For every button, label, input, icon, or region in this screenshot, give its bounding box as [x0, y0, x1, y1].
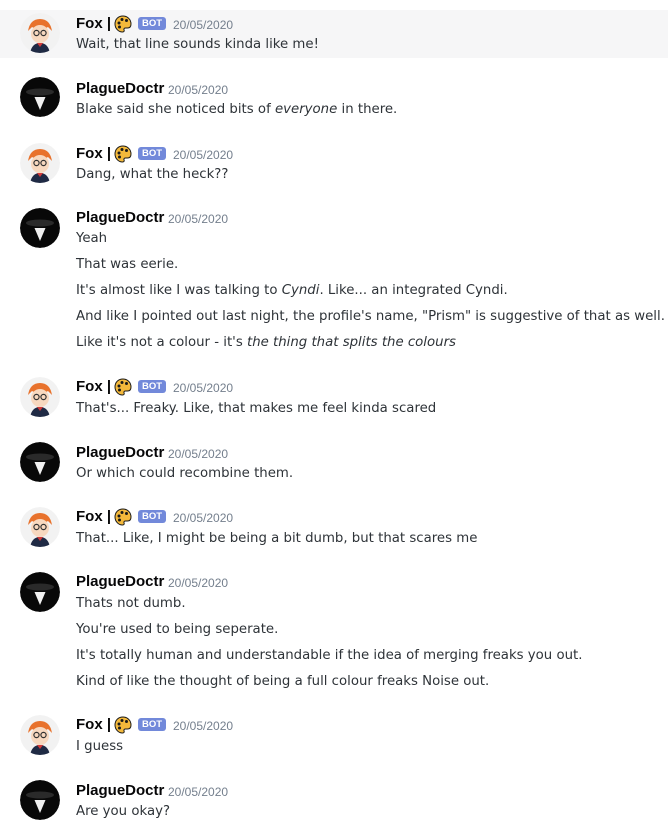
message[interactable]: PlagueDoctr 20/05/2020 Blake said she no… [0, 72, 668, 120]
message-text: Dang, what the heck?? [76, 167, 229, 182]
message-text: Yeah [76, 231, 108, 246]
bot-badge: BOT [138, 718, 167, 731]
author-name[interactable]: PlagueDoctr [76, 782, 164, 800]
author-name[interactable]: PlagueDoctr [76, 444, 164, 462]
plague-doctor-avatar-icon[interactable] [20, 77, 60, 117]
timestamp[interactable]: 20/05/2020 [168, 576, 228, 590]
timestamp[interactable]: 20/05/2020 [173, 148, 233, 162]
message-text: You're used to being seperate. [76, 622, 279, 637]
message-text: Or which could recombine them. [76, 466, 294, 481]
message-text: Thats not dumb. [76, 596, 186, 611]
fox-avatar-icon[interactable] [20, 143, 60, 183]
message-text: It's almost like I was talking to Cyndi.… [76, 283, 508, 298]
message-text: Kind of like the thought of being a full… [76, 674, 490, 689]
message[interactable]: PlagueDoctr 20/05/2020 Are you okay? [0, 775, 668, 827]
bot-badge: BOT [138, 17, 167, 30]
fox-avatar-icon[interactable] [20, 715, 60, 755]
author-name[interactable]: PlagueDoctr [76, 209, 164, 227]
message-text: Blake said she noticed bits of everyone … [76, 102, 398, 117]
plague-doctor-avatar-icon[interactable] [20, 208, 60, 248]
fox-avatar-icon[interactable] [20, 377, 60, 417]
timestamp[interactable]: 20/05/2020 [168, 212, 228, 226]
paint-palette-emoji-icon [114, 716, 132, 734]
plague-doctor-avatar-icon[interactable] [20, 780, 60, 820]
message[interactable]: Fox | BOT 20/05/2020 That... Like, I mig… [0, 502, 668, 550]
author-name[interactable]: Fox | [76, 378, 111, 396]
bot-badge: BOT [138, 510, 167, 523]
timestamp[interactable]: 20/05/2020 [173, 511, 233, 525]
author-name[interactable]: Fox | [76, 716, 111, 734]
timestamp[interactable]: 20/05/2020 [168, 83, 228, 97]
bot-badge: BOT [138, 380, 167, 393]
message-text: Are you okay? [76, 804, 171, 819]
message-text: That was eerie. [76, 257, 179, 272]
author-name[interactable]: Fox | [76, 508, 111, 526]
timestamp[interactable]: 20/05/2020 [173, 18, 233, 32]
timestamp[interactable]: 20/05/2020 [173, 381, 233, 395]
message[interactable]: Fox | BOT 20/05/2020 I guess [0, 710, 668, 758]
author-name[interactable]: PlagueDoctr [76, 80, 164, 98]
message[interactable]: PlagueDoctr 20/05/2020 Yeah That was eer… [0, 203, 668, 353]
bot-badge: BOT [138, 147, 167, 160]
fox-avatar-icon[interactable] [20, 507, 60, 547]
author-name[interactable]: Fox | [76, 15, 111, 33]
timestamp[interactable]: 20/05/2020 [173, 719, 233, 733]
timestamp[interactable]: 20/05/2020 [168, 447, 228, 461]
message[interactable]: Fox | BOT 20/05/2020 Wait, that line sou… [0, 10, 668, 58]
message-text: That's... Freaky. Like, that makes me fe… [76, 401, 437, 416]
author-name[interactable]: PlagueDoctr [76, 573, 164, 591]
message[interactable]: PlagueDoctr 20/05/2020 Thats not dumb. Y… [0, 567, 668, 693]
message-text: It's totally human and understandable if… [76, 648, 583, 663]
message[interactable]: PlagueDoctr 20/05/2020 Or which could re… [0, 437, 668, 485]
plague-doctor-avatar-icon[interactable] [20, 442, 60, 482]
message-text: Like it's not a colour - it's the thing … [76, 335, 456, 350]
author-name[interactable]: Fox | [76, 145, 111, 163]
message-text: And like I pointed out last night, the p… [76, 309, 665, 324]
message-text: That... Like, I might be being a bit dum… [76, 531, 478, 546]
timestamp[interactable]: 20/05/2020 [168, 785, 228, 799]
message[interactable]: Fox | BOT 20/05/2020 Dang, what the heck… [0, 138, 668, 186]
paint-palette-emoji-icon [114, 15, 132, 33]
paint-palette-emoji-icon [114, 508, 132, 526]
paint-palette-emoji-icon [114, 378, 132, 396]
message[interactable]: Fox | BOT 20/05/2020 That's... Freaky. L… [0, 372, 668, 420]
plague-doctor-avatar-icon[interactable] [20, 572, 60, 612]
message-text: I guess [76, 739, 124, 754]
paint-palette-emoji-icon [114, 145, 132, 163]
fox-avatar-icon[interactable] [20, 13, 60, 53]
message-text: Wait, that line sounds kinda like me! [76, 37, 319, 52]
